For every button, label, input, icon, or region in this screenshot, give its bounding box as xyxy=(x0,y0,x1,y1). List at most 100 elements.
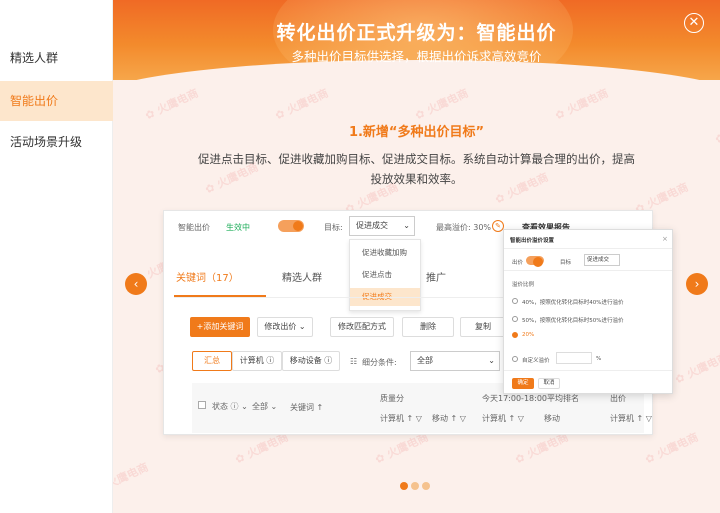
breakdown-select[interactable]: 全部 ⌄ xyxy=(410,351,500,371)
breakdown-icon: ☷ xyxy=(350,357,358,366)
watermark: ✿ 火鹰电商 xyxy=(113,460,151,497)
col-bid: 出价 xyxy=(610,394,626,403)
col-keyword[interactable]: 关键词 ↑ xyxy=(290,402,323,413)
premium-option-50-radio[interactable] xyxy=(512,316,518,322)
percent-sign: % xyxy=(596,356,602,362)
sub-col-mobile: 移动 ↑ ▽ xyxy=(432,414,466,423)
carousel-dot-3[interactable] xyxy=(422,482,430,490)
banner-title: 转化出价正式升级为：智能出价 xyxy=(276,22,557,44)
premium-option-50: 50%，按照优化转化目标时50%进行溢价 xyxy=(522,318,624,324)
col-status[interactable]: 状态 ⓘ ⌄ xyxy=(212,401,248,412)
modify-bid-label: 修改出价 xyxy=(264,322,297,331)
target-select-value: 促进成交 xyxy=(356,221,388,230)
chevron-down-icon: ⌄ xyxy=(403,221,410,230)
close-button[interactable]: ✕ xyxy=(684,13,704,33)
filter-tab-mobile[interactable]: 移动设备 ⓘ xyxy=(282,351,340,371)
watermark: ✿ 火鹰电商 xyxy=(273,86,331,123)
status-text: 生效中 xyxy=(226,223,250,232)
target-select[interactable]: 促进成交 ⌄ xyxy=(349,216,415,236)
col-status-label: 状态 xyxy=(212,402,228,411)
tab-audience[interactable]: 精选人群 xyxy=(282,269,322,284)
sub-col-label: 计算机 xyxy=(380,414,404,423)
carousel-dot-2[interactable] xyxy=(411,482,419,490)
sub-col-label: 计算机 xyxy=(610,414,634,423)
premium-option-40: 40%，按照优化转化目标时40%进行溢价 xyxy=(522,300,624,306)
add-keyword-button[interactable]: +添加关键词 xyxy=(190,317,250,337)
chevron-down-icon: ⌄ xyxy=(488,356,495,365)
sidebar-item-selected-audience[interactable]: 精选人群 xyxy=(0,38,113,78)
feature-description-line-2: 投放效果和效率。 xyxy=(370,172,463,186)
banner-subtitle: 多种出价目标供选择，根据出价诉求高效竞价 xyxy=(291,49,542,64)
breakdown-select-value: 全部 xyxy=(417,356,433,365)
dialog-section-label: 溢价比例 xyxy=(512,282,535,288)
sub-col-pc: 计算机 ↑ ▽ xyxy=(380,414,422,423)
premium-option-custom: 自定义溢价 xyxy=(522,358,550,364)
sub-col-pc-rank: 计算机 ↑ ▽ xyxy=(482,414,524,423)
sub-col-label: 移动 xyxy=(432,414,448,423)
tab-promotion[interactable]: 推广 xyxy=(426,269,446,284)
dialog-toggle[interactable] xyxy=(526,256,544,267)
chevron-left-icon: ‹ xyxy=(133,277,139,291)
target-label: 目标: xyxy=(324,223,343,232)
sidebar-item-label: 智能出价 xyxy=(10,94,59,108)
custom-premium-input[interactable] xyxy=(556,352,592,364)
main-content: ✿ 火鹰电商 ✿ 火鹰电商 ✿ 火鹰电商 ✿ 火鹰电商 ✿ 火鹰电商 ✿ 火鹰电商 ✿ 火鹰… xyxy=(113,0,720,513)
filter-tab-label: 计算机 xyxy=(239,356,264,365)
dropdown-item-favorite[interactable]: 促进收藏加购 xyxy=(350,244,420,262)
modify-bid-button[interactable]: 修改出价 ⌄ xyxy=(257,317,313,337)
premium-option-40-radio[interactable] xyxy=(512,298,518,304)
sub-col-mobile-rank: 移动 xyxy=(544,414,560,423)
close-icon: ✕ xyxy=(688,15,700,30)
watermark: ✿ 火鹰电商 xyxy=(553,86,611,123)
dropdown-item-click[interactable]: 促进点击 xyxy=(350,266,420,284)
dialog-divider xyxy=(504,248,672,249)
copy-button[interactable]: 复制 xyxy=(460,317,506,337)
sidebar-item-smart-bidding[interactable]: 智能出价 xyxy=(0,81,113,121)
delete-button[interactable]: 删除 xyxy=(402,317,454,337)
breakdown-label: 细分条件: xyxy=(362,358,397,367)
next-slide-button[interactable]: › xyxy=(686,273,708,295)
watermark: ✿ 火鹰电商 xyxy=(413,86,471,123)
col-all[interactable]: 全部 ⌄ xyxy=(252,401,277,412)
smart-bid-label: 智能出价 xyxy=(178,223,210,232)
modify-match-button[interactable]: 修改匹配方式 xyxy=(330,317,394,337)
sidebar-item-label: 精选人群 xyxy=(10,51,59,65)
premium-option-custom-radio[interactable] xyxy=(512,356,518,362)
col-quality: 质量分 xyxy=(380,394,404,403)
watermark: ✿ 火鹰电商 xyxy=(673,350,720,387)
col-keyword-label: 关键词 xyxy=(290,403,314,412)
tab-keywords[interactable]: 关键词（17） xyxy=(176,269,239,284)
dialog-ok-button[interactable]: 确定 xyxy=(512,378,534,389)
sidebar-item-campaign-scene-upgrade[interactable]: 活动场景升级 xyxy=(0,122,113,162)
dialog-title: 智能出价溢价设置 xyxy=(510,238,555,244)
watermark: ✿ 火鹰电商 xyxy=(143,86,201,123)
dialog-toggle-label: 出价 xyxy=(512,260,524,266)
dialog-divider xyxy=(504,370,672,371)
sidebar: 精选人群 智能出价 活动场景升级 xyxy=(0,0,113,513)
filter-tab-label: 移动设备 xyxy=(289,356,322,365)
premium-settings-dialog: 智能出价溢价设置 × 出价 目标 促进成交 溢价比例 40%，按照优化转化目标时… xyxy=(503,229,673,394)
prev-slide-button[interactable]: ‹ xyxy=(125,273,147,295)
filter-tab-summary[interactable]: 汇总 xyxy=(192,351,232,371)
max-premium-text: 最高溢价: 30% xyxy=(436,223,492,232)
dialog-target-select[interactable]: 促进成交 xyxy=(584,254,620,266)
carousel-dot-1[interactable] xyxy=(400,482,408,490)
filter-tab-pc[interactable]: 计算机 ⓘ xyxy=(232,351,282,371)
col-all-label: 全部 xyxy=(252,402,268,411)
sub-col-pc-bid: 计算机 ↑ ▽ xyxy=(610,414,652,423)
sub-col-label: 计算机 xyxy=(482,414,506,423)
dialog-target-label: 目标 xyxy=(560,260,572,266)
col-rank: 今天17:00-18:00平均排名 xyxy=(482,394,579,403)
chevron-right-icon: › xyxy=(694,277,700,291)
dialog-divider xyxy=(504,270,672,271)
premium-option-20-radio[interactable] xyxy=(512,332,518,338)
premium-option-20: 20% xyxy=(522,332,535,338)
feature-title: 1.新增“多种出价目标” xyxy=(348,125,485,140)
smart-bid-toggle[interactable] xyxy=(278,220,304,232)
dialog-cancel-button[interactable]: 取消 xyxy=(538,378,560,389)
target-dropdown: 促进收藏加购 促进点击 促进成交 xyxy=(349,239,421,311)
select-all-checkbox[interactable] xyxy=(198,401,206,409)
feature-description-line-1: 促进点击目标、促进收藏加购目标、促进成交目标。系统自动计算最合理的出价，提高 xyxy=(198,152,635,166)
dialog-close-icon[interactable]: × xyxy=(662,235,668,243)
sidebar-item-label: 活动场景升级 xyxy=(10,135,83,149)
